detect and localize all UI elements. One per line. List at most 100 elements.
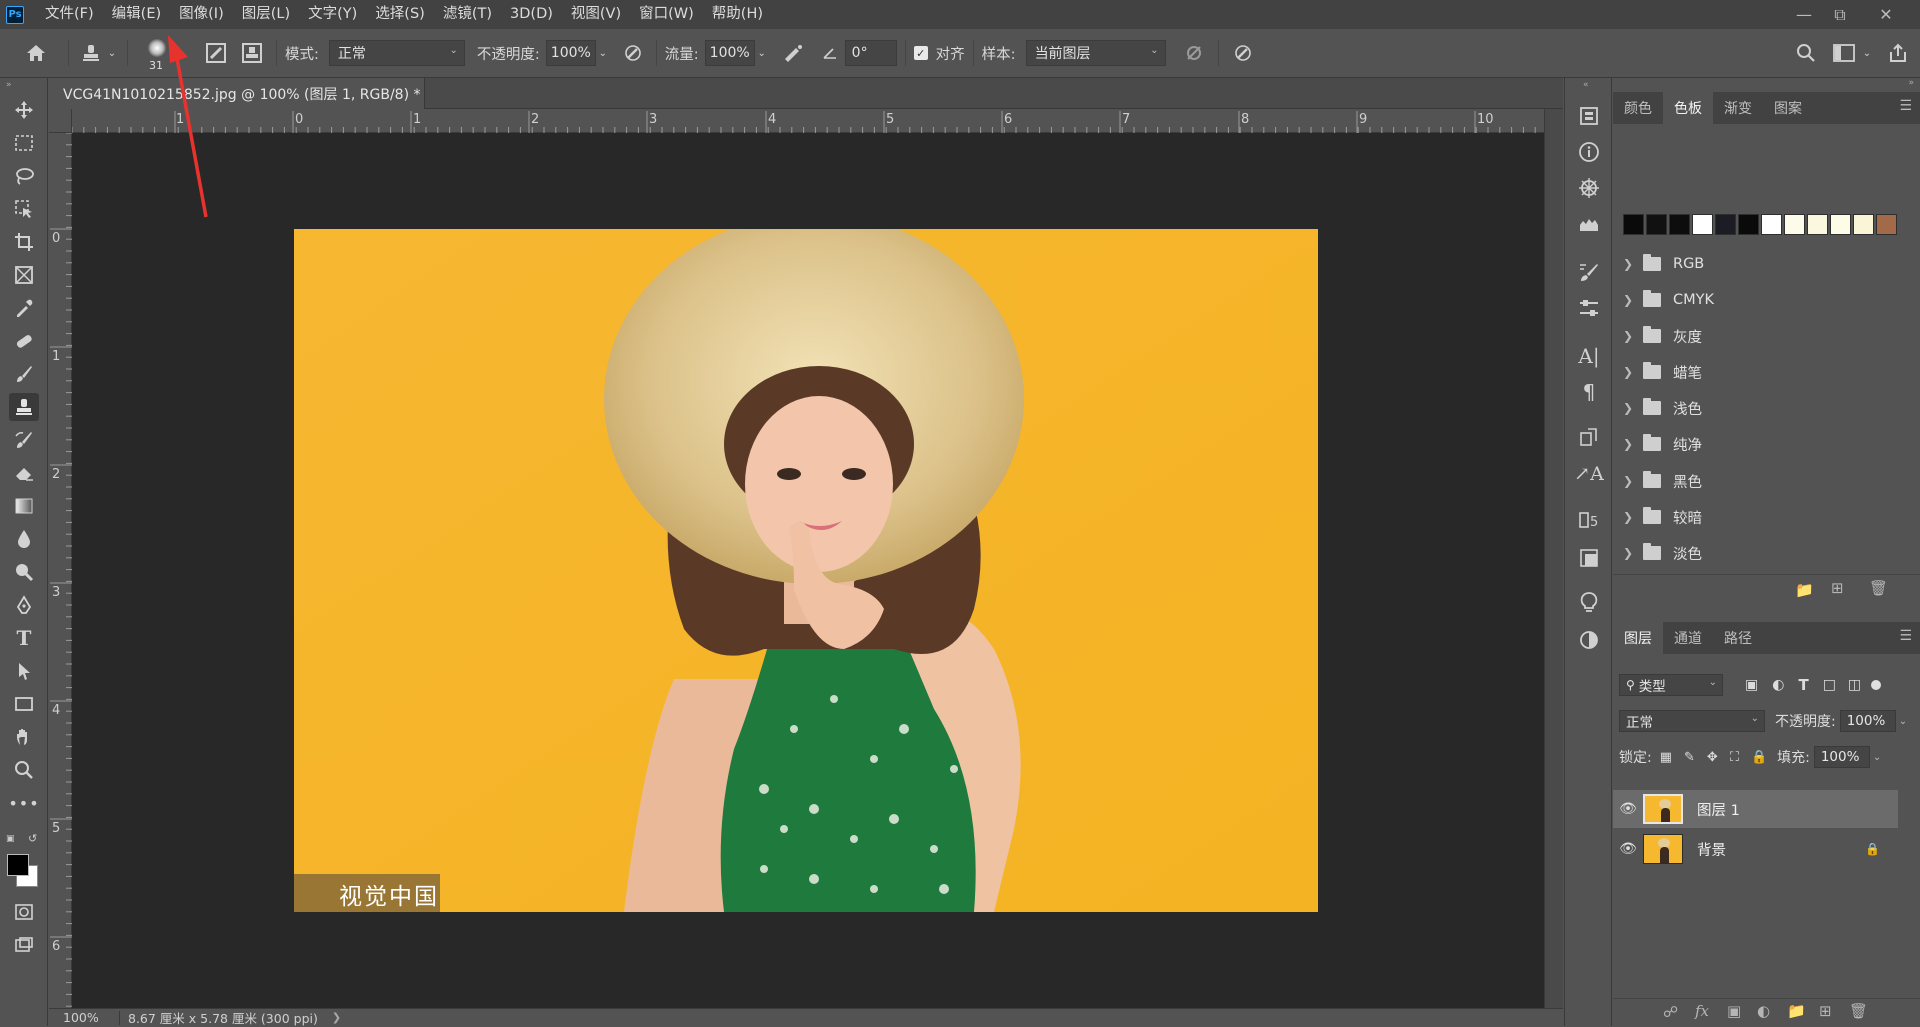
learn-panel-icon[interactable]	[1573, 588, 1605, 616]
filter-type-icon[interactable]: T	[1798, 676, 1808, 694]
search-icon[interactable]	[1790, 37, 1822, 69]
align-checkbox[interactable]: ✓	[913, 46, 928, 60]
libraries-panel-icon[interactable]	[1573, 544, 1605, 572]
panel-menu-icon[interactable]: ☰	[1899, 98, 1912, 114]
swatch-group-dark[interactable]: ❯ 黑色	[1613, 463, 1898, 499]
adjustments-panel-icon[interactable]	[1573, 294, 1605, 322]
chevron-down-icon[interactable]: ⌄	[1899, 716, 1907, 727]
new-group-icon[interactable]: 📁	[1795, 581, 1814, 599]
airbrush-icon[interactable]	[777, 38, 809, 68]
restore-icon[interactable]: ⧉	[1820, 0, 1860, 29]
color-swatch[interactable]	[1876, 214, 1897, 235]
brush-tool-icon[interactable]	[9, 360, 39, 388]
delete-icon[interactable]: 🗑	[1869, 579, 1888, 597]
close-window-icon[interactable]: ✕	[1866, 0, 1906, 29]
panel-menu-icon[interactable]: ☰	[1899, 628, 1912, 644]
color-swatch[interactable]	[1784, 214, 1805, 235]
swatch-group-pastel[interactable]: ❯ 蜡笔	[1613, 354, 1898, 390]
lock-transparent-pixels-icon[interactable]: ▦	[1660, 750, 1672, 765]
filter-adjustment-icon[interactable]: ◐	[1772, 677, 1784, 693]
chevron-down-icon[interactable]: ⌄	[1873, 752, 1881, 763]
menu-file[interactable]: 文件(F)	[36, 0, 103, 29]
swatch-group-cmyk[interactable]: ❯ CMYK	[1613, 282, 1898, 318]
blur-tool-icon[interactable]	[9, 525, 39, 553]
menu-layer[interactable]: 图层(L)	[233, 0, 299, 29]
collapse-icon[interactable]: »	[6, 80, 12, 90]
swap-colors-icon[interactable]: ↺	[28, 832, 37, 845]
crop-tool-icon[interactable]	[9, 228, 39, 256]
tab-paths[interactable]: 路径	[1713, 622, 1763, 654]
eye-icon[interactable]: 👁	[1613, 801, 1643, 817]
menu-help[interactable]: 帮助(H)	[703, 0, 772, 29]
color-swatch[interactable]	[1669, 214, 1690, 235]
zoom-level[interactable]: 100%	[63, 1010, 111, 1025]
dodge-tool-icon[interactable]	[9, 558, 39, 586]
default-colors-icon[interactable]: ▣	[6, 834, 15, 844]
new-adjustment-layer-icon[interactable]: ◐	[1757, 1002, 1770, 1020]
eraser-tool-icon[interactable]	[9, 459, 39, 487]
eyedropper-tool-icon[interactable]	[9, 294, 39, 322]
menu-select[interactable]: 选择(S)	[366, 0, 434, 29]
swatch-group-grayscale[interactable]: ❯ 灰度	[1613, 318, 1898, 354]
chevron-right-icon[interactable]: ❯	[332, 1011, 341, 1024]
path-selection-tool-icon[interactable]	[9, 657, 39, 685]
filter-pixel-icon[interactable]: ▣	[1745, 677, 1758, 693]
swatch-group-pure[interactable]: ❯ 纯净	[1613, 426, 1898, 462]
filter-smart-object-icon[interactable]: ◫	[1848, 677, 1861, 693]
color-swatch[interactable]	[1738, 214, 1759, 235]
new-group-icon[interactable]: 📁	[1787, 1002, 1806, 1020]
new-layer-icon[interactable]: ⊞	[1819, 1002, 1832, 1020]
zoom-tool-icon[interactable]	[9, 756, 39, 784]
pressure-size-icon[interactable]	[1227, 38, 1259, 68]
home-icon[interactable]	[12, 33, 60, 73]
color-swatch[interactable]	[1715, 214, 1736, 235]
character-styles-icon[interactable]	[1573, 424, 1605, 452]
layer-opacity-field[interactable]: 100%	[1839, 710, 1896, 732]
document-tab[interactable]: VCG41N1010215852.jpg @ 100% (图层 1, RGB/8…	[49, 78, 425, 109]
color-swatch[interactable]	[1807, 214, 1828, 235]
navigator-panel-icon[interactable]	[1573, 174, 1605, 202]
fill-field[interactable]: 100%	[1813, 746, 1870, 768]
delete-layer-icon[interactable]: 🗑	[1849, 1002, 1868, 1020]
healing-brush-tool-icon[interactable]	[9, 327, 39, 355]
ignore-adjustment-layers-icon[interactable]	[1178, 38, 1210, 68]
swatch-group-rgb[interactable]: ❯ RGB	[1613, 246, 1898, 282]
tab-gradients[interactable]: 渐变	[1713, 92, 1763, 124]
tab-color[interactable]: 颜色	[1613, 92, 1663, 124]
menu-filter[interactable]: 滤镜(T)	[434, 0, 501, 29]
glyphs-panel-icon[interactable]: 5	[1573, 506, 1605, 534]
screen-mode-icon[interactable]	[9, 931, 39, 959]
menu-window[interactable]: 窗口(W)	[630, 0, 703, 29]
history-brush-tool-icon[interactable]	[9, 426, 39, 454]
eye-icon[interactable]: 👁	[1613, 841, 1643, 857]
canvas-area[interactable]: 视觉中国	[72, 35, 1544, 1008]
marquee-tool-icon[interactable]	[9, 129, 39, 157]
minimize-icon[interactable]: —	[1784, 0, 1824, 29]
clone-source-icon[interactable]	[236, 38, 268, 68]
color-swatch[interactable]	[1853, 214, 1874, 235]
color-swatch[interactable]	[1830, 214, 1851, 235]
move-tool-icon[interactable]	[9, 96, 39, 124]
lasso-tool-icon[interactable]	[9, 162, 39, 190]
properties-panel-icon[interactable]	[1573, 626, 1605, 654]
history-panel-icon[interactable]	[1573, 102, 1605, 130]
share-icon[interactable]	[1882, 37, 1914, 69]
color-swatch[interactable]	[1623, 214, 1644, 235]
new-swatch-icon[interactable]: ⊞	[1831, 579, 1844, 597]
tab-swatches[interactable]: 色板	[1663, 92, 1713, 124]
chevron-down-icon[interactable]: ⌄	[596, 48, 610, 59]
type-tool-icon[interactable]: T	[9, 624, 39, 652]
vertical-scrollbar[interactable]	[1544, 109, 1563, 1008]
character-panel-icon[interactable]: A|	[1573, 342, 1605, 370]
angle-field[interactable]: 0°	[844, 40, 897, 66]
menu-view[interactable]: 视图(V)	[562, 0, 630, 29]
info-panel-icon[interactable]	[1573, 138, 1605, 166]
sample-select[interactable]: 当前图层 ⌄	[1025, 40, 1166, 66]
hand-tool-icon[interactable]	[9, 723, 39, 751]
color-swatch[interactable]	[1692, 214, 1713, 235]
filter-toggle-icon[interactable]	[1871, 680, 1882, 690]
pen-tool-icon[interactable]	[9, 591, 39, 619]
layer-effects-icon[interactable]: fx	[1695, 1002, 1709, 1020]
menu-type[interactable]: 文字(Y)	[299, 0, 366, 29]
add-mask-icon[interactable]: ▣	[1727, 1002, 1741, 1020]
